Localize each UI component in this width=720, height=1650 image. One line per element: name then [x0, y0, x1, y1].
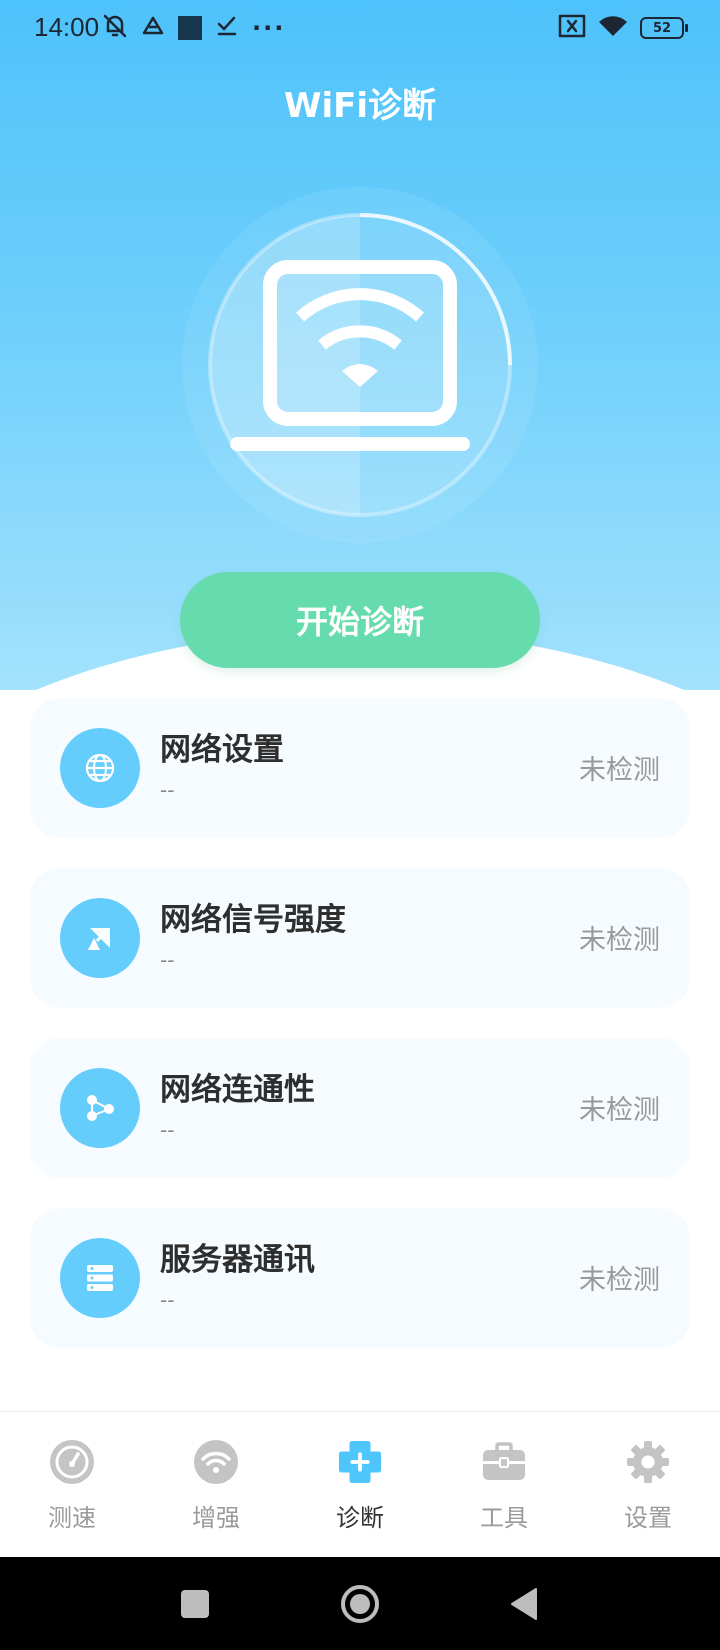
battery-icon: 52: [640, 17, 688, 39]
tab-diagnose[interactable]: 诊断: [288, 1412, 432, 1558]
diagnose-icon: [338, 1440, 382, 1484]
start-diagnosis-button[interactable]: 开始诊断: [180, 572, 540, 668]
check-icon: [216, 15, 238, 41]
satellite-dish-icon: [60, 898, 140, 978]
diag-item-detail: --: [160, 778, 175, 802]
sim-off-icon: [558, 14, 586, 42]
server-icon: [60, 1238, 140, 1318]
diag-item-status: 未检测: [579, 1095, 660, 1126]
status-time: 14:00: [34, 12, 100, 42]
diag-item-title: 网络信号强度: [160, 902, 346, 938]
tab-label: 诊断: [336, 1504, 384, 1532]
drive-icon: [142, 15, 164, 41]
status-icons-left: ···: [102, 12, 285, 44]
toolbox-icon: [482, 1440, 526, 1484]
diag-item-network-settings[interactable]: 网络设置 -- 未检测: [30, 698, 690, 838]
tab-label: 增强: [192, 1504, 240, 1532]
diag-item-title: 网络设置: [160, 732, 284, 768]
speedometer-icon: [50, 1440, 94, 1484]
mute-icon: [102, 13, 128, 43]
tab-settings[interactable]: 设置: [576, 1412, 720, 1558]
status-icons-right: 52: [558, 12, 688, 44]
diag-item-status: 未检测: [579, 925, 660, 956]
back-button[interactable]: [502, 1582, 546, 1626]
laptop-wifi-icon: [170, 175, 550, 555]
home-button[interactable]: [338, 1582, 382, 1626]
diag-item-signal-strength[interactable]: 网络信号强度 -- 未检测: [30, 868, 690, 1008]
system-navigation-bar: [0, 1557, 720, 1650]
diag-item-status: 未检测: [579, 755, 660, 786]
bottom-tab-bar: 测速 增强 诊断 工具 设置: [0, 1411, 720, 1557]
diag-item-status: 未检测: [579, 1265, 660, 1296]
tab-label: 工具: [480, 1504, 528, 1532]
diag-item-server-communication[interactable]: 服务器通讯 -- 未检测: [30, 1208, 690, 1348]
recent-apps-button[interactable]: [173, 1582, 217, 1626]
diag-item-connectivity[interactable]: 网络连通性 -- 未检测: [30, 1038, 690, 1178]
square-icon: [178, 16, 202, 40]
wifi-icon: [598, 14, 628, 42]
globe-icon: [60, 728, 140, 808]
gear-icon: [626, 1440, 670, 1484]
diag-item-detail: --: [160, 1118, 175, 1142]
wifi-boost-icon: [194, 1440, 238, 1484]
diagnostic-list: 网络设置 -- 未检测 网络信号强度 -- 未检测 网络连通性 -- 未检测 服…: [30, 698, 690, 1378]
diag-item-title: 网络连通性: [160, 1072, 315, 1108]
tab-boost[interactable]: 增强: [144, 1412, 288, 1558]
tab-label: 设置: [624, 1504, 672, 1532]
diag-item-detail: --: [160, 948, 175, 972]
more-dots-icon: ···: [252, 14, 286, 42]
status-bar: 14:00 ··· 52: [0, 0, 720, 56]
page-title: WiFi诊断: [283, 86, 437, 126]
tab-speed-test[interactable]: 测速: [0, 1412, 144, 1558]
share-nodes-icon: [60, 1068, 140, 1148]
tab-tools[interactable]: 工具: [432, 1412, 576, 1558]
diag-item-detail: --: [160, 1288, 175, 1312]
tab-label: 测速: [48, 1504, 96, 1532]
diag-item-title: 服务器通讯: [160, 1242, 315, 1278]
